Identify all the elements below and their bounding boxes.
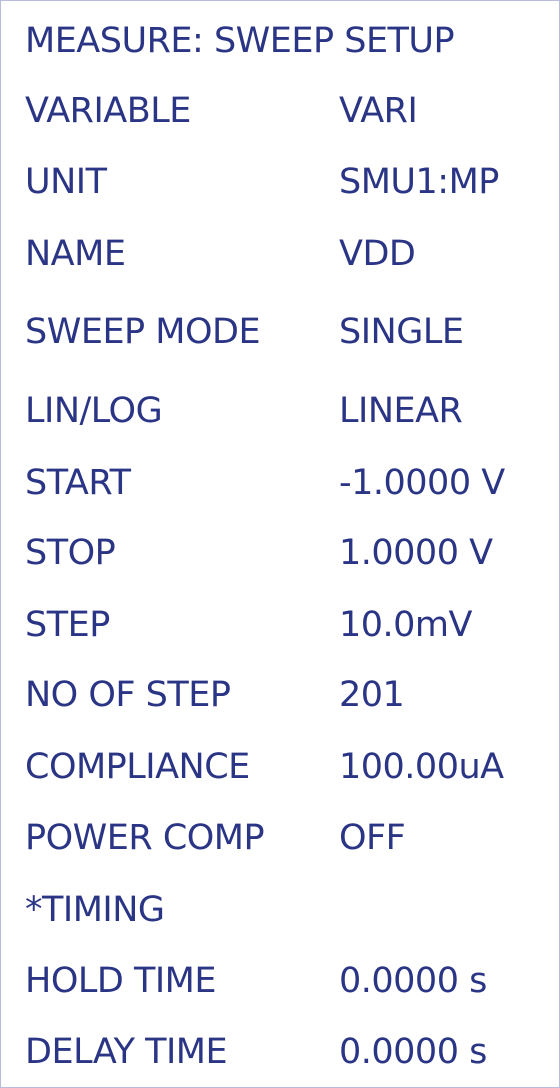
setting-row-lin-log[interactable]: LIN/LOG LINEAR [25, 381, 559, 441]
setting-row-sweep-mode[interactable]: SWEEP MODE SINGLE [25, 302, 559, 362]
setting-row-hold-time[interactable]: HOLD TIME 0.0000 s [25, 951, 559, 1011]
setting-value[interactable]: 0.0000 s [339, 951, 487, 1011]
setting-label: HOLD TIME [25, 961, 216, 1001]
setting-label: STOP [25, 533, 116, 573]
setting-row-stop[interactable]: STOP 1.0000 V [25, 523, 559, 583]
setting-value[interactable]: 100.00uA [339, 737, 504, 797]
setting-label: START [25, 463, 131, 503]
setting-value[interactable]: OFF [339, 808, 406, 868]
setting-value[interactable]: VARI [339, 81, 418, 141]
setting-row-unit[interactable]: UNIT SMU1:MP [25, 152, 559, 212]
page-title: MEASURE: SWEEP SETUP [25, 11, 559, 71]
setting-value[interactable]: 1.0000 V [339, 523, 493, 583]
setting-label: COMPLIANCE [25, 747, 250, 787]
section-label: *TIMING [25, 890, 165, 930]
setting-label: NAME [25, 234, 126, 274]
setting-value[interactable]: SINGLE [339, 302, 464, 362]
section-header-timing: *TIMING [25, 880, 559, 940]
setting-label: SWEEP MODE [25, 312, 261, 352]
setting-value[interactable]: SMU1:MP [339, 152, 499, 212]
setting-label: NO OF STEP [25, 675, 231, 715]
setting-row-delay-time[interactable]: DELAY TIME 0.0000 s [25, 1022, 559, 1082]
setting-value[interactable]: 201 [339, 665, 405, 725]
setting-label: LIN/LOG [25, 391, 163, 431]
setting-row-name[interactable]: NAME VDD [25, 224, 559, 284]
setting-value[interactable]: VDD [339, 224, 416, 284]
setting-label: POWER COMP [25, 818, 265, 858]
setting-label: STEP [25, 605, 110, 645]
setting-row-variable[interactable]: VARIABLE VARI [25, 81, 559, 141]
setting-label: DELAY TIME [25, 1032, 228, 1072]
setting-row-power-comp[interactable]: POWER COMP OFF [25, 808, 559, 868]
setting-row-compliance[interactable]: COMPLIANCE 100.00uA [25, 737, 559, 797]
setting-value[interactable]: 10.0mV [339, 595, 472, 655]
title-text: MEASURE: SWEEP SETUP [25, 21, 455, 61]
setting-row-no-of-step[interactable]: NO OF STEP 201 [25, 665, 559, 725]
setting-row-start[interactable]: START -1.0000 V [25, 453, 559, 513]
setting-value[interactable]: -1.0000 V [339, 453, 505, 513]
sweep-setup-panel: MEASURE: SWEEP SETUP VARIABLE VARI UNIT … [0, 0, 560, 1088]
setting-label: UNIT [25, 162, 107, 202]
setting-value[interactable]: LINEAR [339, 381, 463, 441]
setting-label: VARIABLE [25, 91, 191, 131]
setting-row-step[interactable]: STEP 10.0mV [25, 595, 559, 655]
setting-value[interactable]: 0.0000 s [339, 1022, 487, 1082]
